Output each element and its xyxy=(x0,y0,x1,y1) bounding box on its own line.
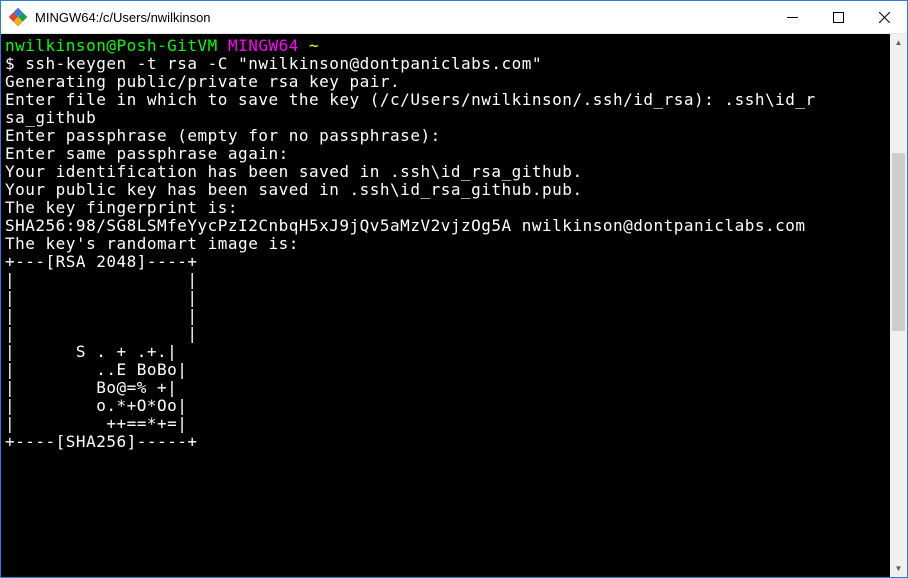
randomart-line: | | xyxy=(5,270,198,289)
prompt-env: MINGW64 xyxy=(228,36,299,55)
output-line: SHA256:98/SG8LSMfeYycPzI2CnbqH5xJ9jQv5aM… xyxy=(5,216,806,235)
randomart-line: | o.*+O*Oo| xyxy=(5,396,187,415)
output-line: The key fingerprint is: xyxy=(5,198,238,217)
randomart-line: | S . + .+.| xyxy=(5,342,177,361)
output-line: Your public key has been saved in .ssh\i… xyxy=(5,180,583,199)
terminal-container: nwilkinson@Posh-GitVM MINGW64 ~ $ ssh-ke… xyxy=(1,34,907,577)
prompt-user-host: nwilkinson@Posh-GitVM xyxy=(5,36,218,55)
minimize-button[interactable] xyxy=(769,1,815,33)
output-line: Enter file in which to save the key (/c/… xyxy=(5,90,816,109)
output-line: sa_github xyxy=(5,108,96,127)
prompt-symbol: $ xyxy=(5,54,15,73)
output-line: Enter same passphrase again: xyxy=(5,144,289,163)
randomart-line: | ..E BoBo| xyxy=(5,360,187,379)
app-icon xyxy=(9,8,27,26)
output-line: Enter passphrase (empty for no passphras… xyxy=(5,126,441,145)
terminal[interactable]: nwilkinson@Posh-GitVM MINGW64 ~ $ ssh-ke… xyxy=(1,34,890,577)
randomart-line: | ++==*+=| xyxy=(5,414,187,433)
output-line: Generating public/private rsa key pair. xyxy=(5,72,400,91)
randomart-line: | | xyxy=(5,324,198,343)
window-controls xyxy=(769,1,907,33)
maximize-button[interactable] xyxy=(815,1,861,33)
randomart-line: | | xyxy=(5,288,198,307)
scroll-track[interactable] xyxy=(890,51,907,560)
output-line: Your identification has been saved in .s… xyxy=(5,162,583,181)
window-title: MINGW64:/c/Users/nwilkinson xyxy=(35,10,769,25)
scroll-down-button[interactable]: ▼ xyxy=(890,560,907,577)
scroll-thumb[interactable] xyxy=(892,153,905,331)
command-text: ssh-keygen -t rsa -C "nwilkinson@dontpan… xyxy=(25,54,542,73)
close-button[interactable] xyxy=(861,1,907,33)
randomart-line: +---[RSA 2048]----+ xyxy=(5,252,198,271)
randomart-line: | | xyxy=(5,306,198,325)
randomart-line: | Bo@=% +| xyxy=(5,378,177,397)
window-titlebar: MINGW64:/c/Users/nwilkinson xyxy=(1,1,907,34)
randomart-line: +----[SHA256]-----+ xyxy=(5,432,198,451)
output-line: The key's randomart image is: xyxy=(5,234,299,253)
vertical-scrollbar: ▲ ▼ xyxy=(890,34,907,577)
scroll-up-button[interactable]: ▲ xyxy=(890,34,907,51)
prompt-path: ~ xyxy=(309,36,319,55)
